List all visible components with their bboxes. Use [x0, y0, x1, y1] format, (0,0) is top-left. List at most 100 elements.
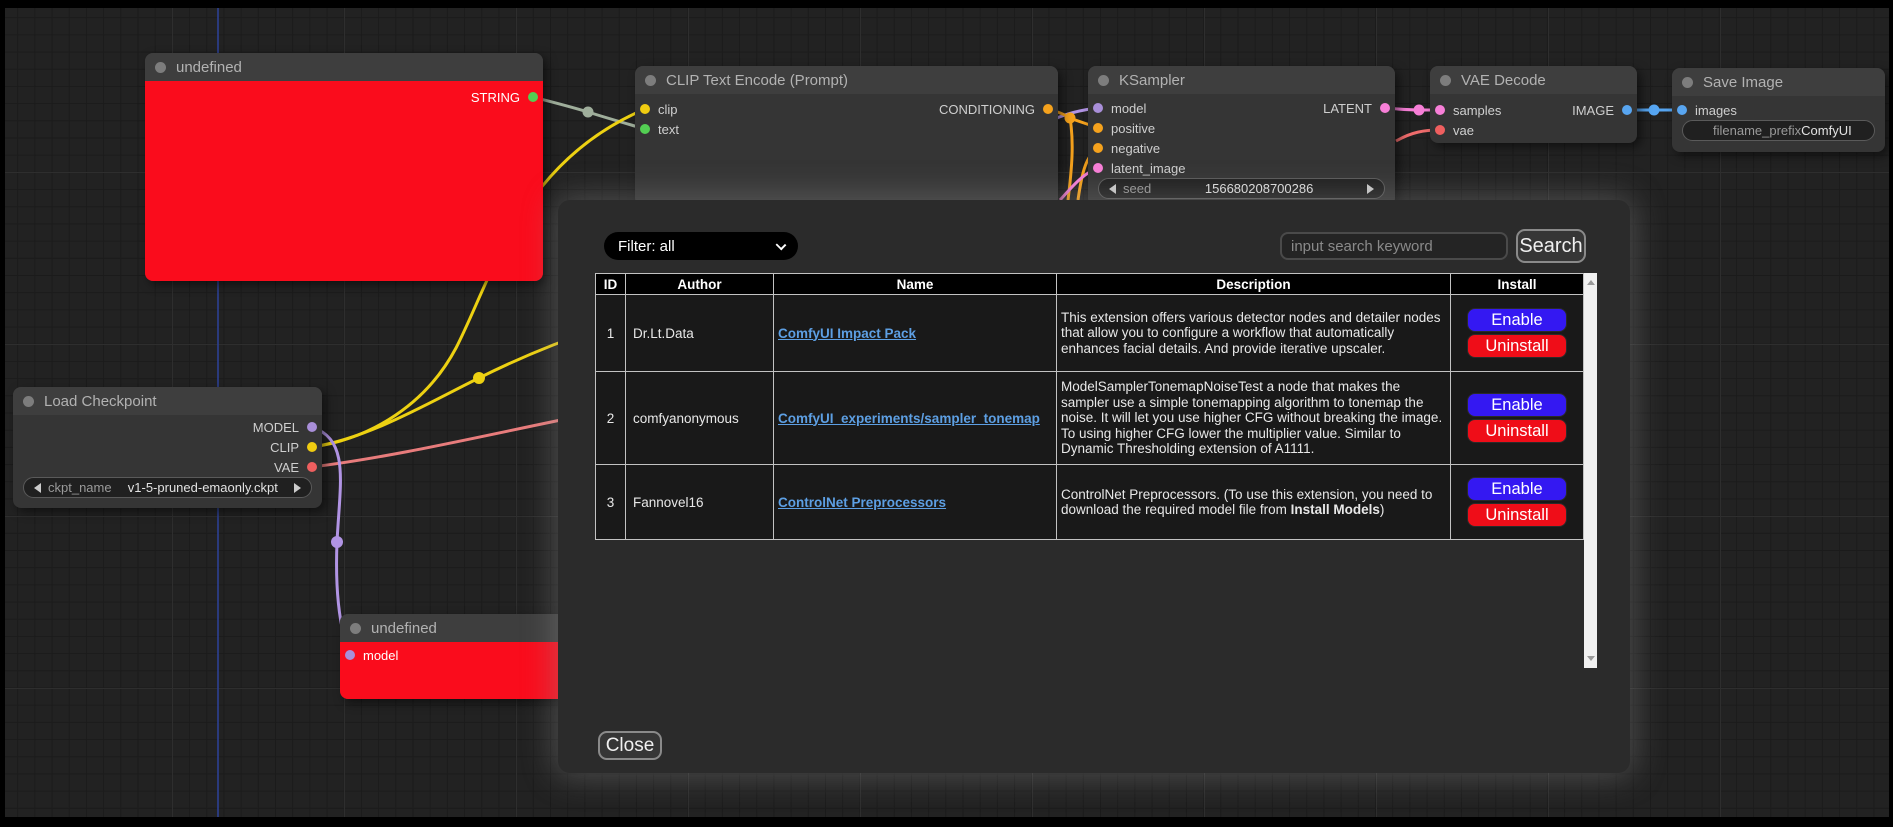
- cell-author: Fannovel16: [626, 465, 774, 540]
- input-slot-images[interactable]: images: [1672, 100, 1885, 120]
- uninstall-button[interactable]: Uninstall: [1467, 334, 1567, 358]
- output-slot-vae[interactable]: VAE: [13, 457, 322, 477]
- node-body: clip text CONDITIONING: [635, 94, 1058, 206]
- input-dot-text[interactable]: [640, 124, 650, 134]
- column-header: Description: [1057, 274, 1451, 295]
- input-slot-text[interactable]: text: [635, 119, 1058, 139]
- uninstall-button[interactable]: Uninstall: [1467, 503, 1567, 527]
- canvas-bottom-edge: [0, 817, 1893, 827]
- description-text: ): [1380, 502, 1385, 517]
- input-slot-vae[interactable]: vae: [1430, 120, 1637, 140]
- table-row: 3Fannovel16 ControlNet Preprocessors Contr…: [596, 465, 1584, 540]
- wire-clip-right: [312, 328, 600, 447]
- table-row: 2comfyanonymousComfyUI_experiments/sampl…: [596, 372, 1584, 465]
- node-body: images filename_prefix ComfyUI: [1672, 96, 1885, 152]
- output-dot-string[interactable]: [528, 92, 538, 102]
- wire-dot-latent: [1414, 105, 1425, 116]
- enable-button[interactable]: Enable: [1467, 308, 1567, 332]
- description-text: Install Models: [1291, 502, 1380, 517]
- input-slot-negative[interactable]: negative: [1088, 138, 1395, 158]
- close-button[interactable]: Close: [598, 731, 662, 760]
- description-text: ModelSamplerTonemapNoiseTest a node that…: [1061, 379, 1442, 456]
- cell-description: ControlNet Preprocessors. (To use this e…: [1057, 465, 1451, 540]
- node-title: KSampler: [1119, 72, 1185, 89]
- output-dot-clip[interactable]: [307, 442, 317, 452]
- next-arrow-icon[interactable]: [294, 483, 301, 493]
- output-slot-image[interactable]: IMAGE: [1430, 100, 1637, 120]
- input-dot-model[interactable]: [345, 650, 355, 660]
- scroll-up-icon[interactable]: [1587, 280, 1595, 285]
- filter-dropdown[interactable]: Filter: all: [604, 232, 798, 260]
- node-title-bar[interactable]: KSampler: [1088, 66, 1395, 94]
- node-body: MODEL CLIP VAE ckpt_name v1-5-pruned-ema…: [13, 415, 322, 508]
- column-header: Author: [626, 274, 774, 295]
- wire-dot-string: [583, 107, 594, 118]
- canvas-top-edge: [0, 0, 1893, 8]
- input-dot-negative[interactable]: [1093, 143, 1103, 153]
- output-slot-clip[interactable]: CLIP: [13, 437, 322, 457]
- extension-link[interactable]: ControlNet Preprocessors: [778, 495, 946, 510]
- filename-prefix-widget[interactable]: filename_prefix ComfyUI: [1682, 120, 1875, 141]
- output-slot-model[interactable]: MODEL: [13, 417, 322, 437]
- previous-arrow-icon[interactable]: [34, 483, 41, 493]
- output-dot-latent[interactable]: [1380, 103, 1390, 113]
- input-dot-vae[interactable]: [1435, 125, 1445, 135]
- search-input[interactable]: [1280, 232, 1508, 260]
- wire-vae-right: [312, 412, 600, 467]
- enable-button[interactable]: Enable: [1467, 477, 1567, 501]
- input-slot-positive[interactable]: positive: [1088, 118, 1395, 138]
- node-status-dot-icon: [1098, 75, 1109, 86]
- table-row: 1Dr.Lt.DataComfyUI Impact PackThis exten…: [596, 295, 1584, 372]
- cell-author: Dr.Lt.Data: [626, 295, 774, 372]
- input-dot-images[interactable]: [1677, 105, 1687, 115]
- node-body: STRING: [145, 81, 543, 281]
- table-header-row: IDAuthorNameDescriptionInstall: [596, 274, 1584, 295]
- extension-link[interactable]: ComfyUI Impact Pack: [778, 326, 916, 341]
- input-dot-latent-image[interactable]: [1093, 163, 1103, 173]
- scroll-down-icon[interactable]: [1587, 656, 1595, 661]
- canvas-left-edge: [0, 0, 5, 827]
- node-title-bar[interactable]: undefined: [145, 53, 543, 81]
- node-save-image[interactable]: Save Image images filename_prefix ComfyU…: [1672, 68, 1885, 152]
- uninstall-button[interactable]: Uninstall: [1467, 419, 1567, 443]
- input-slot-latent-image[interactable]: latent_image: [1088, 158, 1395, 178]
- node-clip-text-encode[interactable]: CLIP Text Encode (Prompt) clip text COND…: [635, 66, 1058, 206]
- node-title-bar[interactable]: Load Checkpoint: [13, 387, 322, 415]
- filter-selected-value: Filter: all: [618, 238, 675, 255]
- canvas-right-edge: [1889, 0, 1893, 827]
- extension-link[interactable]: ComfyUI_experiments/sampler_tonemap: [778, 411, 1040, 426]
- node-title-bar[interactable]: CLIP Text Encode (Prompt): [635, 66, 1058, 94]
- cell-install: EnableUninstall: [1451, 465, 1584, 540]
- input-dot-positive[interactable]: [1093, 123, 1103, 133]
- output-dot-model[interactable]: [307, 422, 317, 432]
- node-title-bar[interactable]: Save Image: [1672, 68, 1885, 96]
- increment-arrow-icon[interactable]: [1367, 184, 1374, 194]
- node-body: samples vae IMAGE: [1430, 94, 1637, 143]
- chevron-down-icon: [776, 240, 787, 251]
- output-slot-string[interactable]: STRING: [145, 87, 543, 107]
- cell-name: ControlNet Preprocessors: [774, 465, 1057, 540]
- seed-widget[interactable]: seed 156680208700286: [1098, 178, 1385, 199]
- output-dot-image[interactable]: [1622, 105, 1632, 115]
- output-dot-vae[interactable]: [307, 462, 317, 472]
- ckpt-name-widget[interactable]: ckpt_name v1-5-pruned-emaonly.ckpt: [23, 477, 312, 498]
- node-title-bar[interactable]: VAE Decode: [1430, 66, 1637, 94]
- decrement-arrow-icon[interactable]: [1109, 184, 1116, 194]
- cell-install: EnableUninstall: [1451, 372, 1584, 465]
- node-status-dot-icon: [350, 623, 361, 634]
- search-button[interactable]: Search: [1516, 229, 1586, 263]
- output-slot-latent[interactable]: LATENT: [1088, 98, 1395, 118]
- node-undefined-string[interactable]: undefined STRING: [145, 53, 543, 281]
- node-title: undefined: [371, 620, 437, 637]
- output-slot-conditioning[interactable]: CONDITIONING: [635, 99, 1058, 119]
- extensions-table-zone: IDAuthorNameDescriptionInstall 1Dr.Lt.Da…: [595, 273, 1597, 668]
- node-vae-decode[interactable]: VAE Decode samples vae IMAGE: [1430, 66, 1637, 143]
- node-ksampler[interactable]: KSampler model positive negative latent_…: [1088, 66, 1395, 206]
- cell-id: 2: [596, 372, 626, 465]
- enable-button[interactable]: Enable: [1467, 393, 1567, 417]
- table-scrollbar[interactable]: [1584, 273, 1597, 668]
- cell-id: 3: [596, 465, 626, 540]
- node-load-checkpoint[interactable]: Load Checkpoint MODEL CLIP VAE ckpt_name…: [13, 387, 322, 508]
- output-dot-conditioning[interactable]: [1043, 104, 1053, 114]
- node-body: model positive negative latent_image LAT…: [1088, 94, 1395, 206]
